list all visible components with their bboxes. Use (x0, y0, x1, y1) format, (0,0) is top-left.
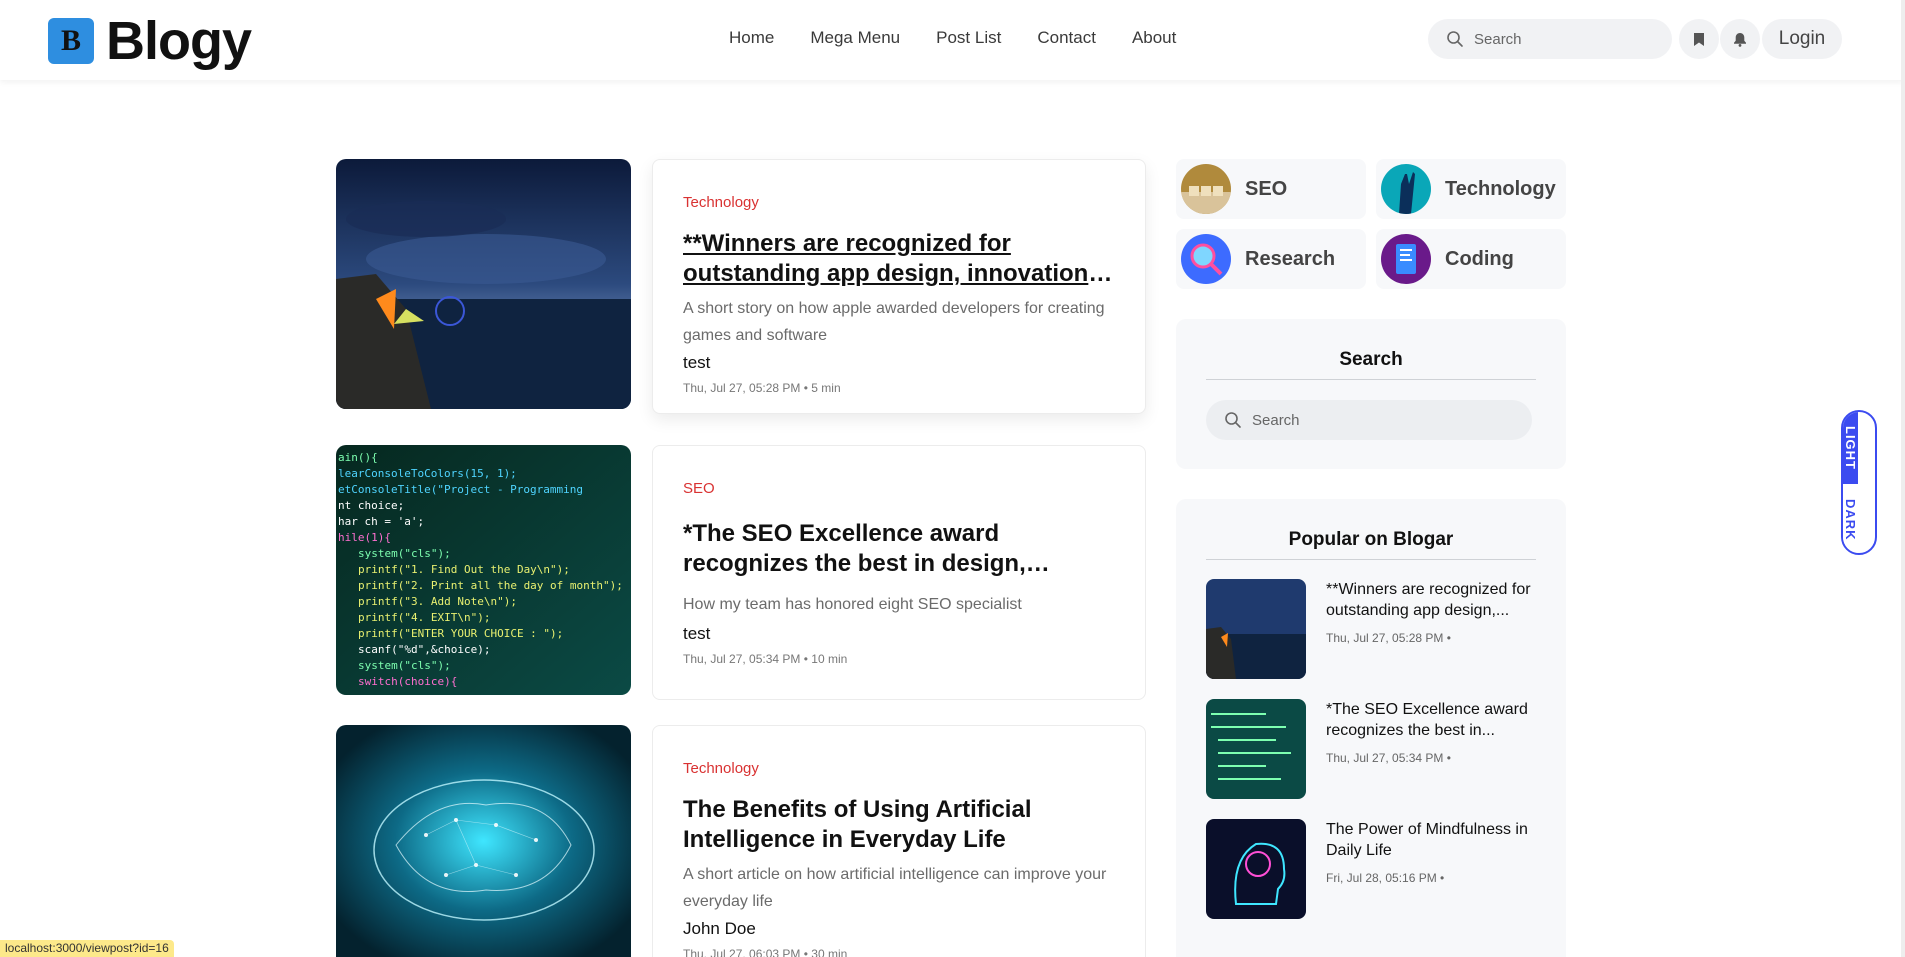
header-search-placeholder: Search (1474, 30, 1522, 48)
sidebar-search-widget: Search Search (1176, 319, 1566, 469)
theme-toggle: LIGHT DARK (1841, 410, 1877, 555)
post-meta: Thu, Jul 27, 06:03 PM • 30 min (683, 947, 848, 957)
svg-text:learConsoleToColors(15, 1);: learConsoleToColors(15, 1); (338, 467, 517, 480)
research-avatar (1181, 234, 1231, 284)
post-title[interactable]: The Benefits of Using Artificial Intelli… (683, 795, 1115, 855)
category-name: Research (1245, 247, 1336, 270)
search-icon (1447, 31, 1463, 47)
nav-about[interactable]: About (1132, 28, 1176, 48)
nav-contact[interactable]: Contact (1037, 28, 1096, 48)
coding-avatar (1381, 234, 1431, 284)
post-image-art (336, 159, 631, 409)
svg-text:ain(){: ain(){ (338, 451, 378, 464)
post-author[interactable]: John Doe (683, 919, 1115, 939)
svg-text:etConsoleTitle("Project - Prog: etConsoleTitle("Project - Programming (338, 483, 583, 496)
page-scrollbar[interactable] (1901, 0, 1905, 957)
popular-item-date: Thu, Jul 27, 05:28 PM • (1326, 631, 1451, 645)
svg-text:printf("2. Print all the day o: printf("2. Print all the day of month"); (358, 579, 623, 592)
notifications-button[interactable] (1720, 19, 1760, 59)
nav-post-list[interactable]: Post List (936, 28, 1001, 48)
sidebar-search-placeholder: Search (1252, 411, 1300, 429)
post-title[interactable]: *The SEO Excellence award recognizes the… (683, 519, 1115, 579)
svg-text:scanf("%d",&choice);: scanf("%d",&choice); (358, 643, 490, 656)
post-meta: Thu, Jul 27, 05:34 PM • 10 min (683, 652, 848, 666)
popular-item-title[interactable]: **Winners are recognized for outstanding… (1326, 579, 1546, 621)
post-card: SEO *The SEO Excellence award recognizes… (652, 445, 1146, 700)
popular-thumbnail[interactable] (1206, 819, 1306, 919)
main-nav: Home Mega Menu Post List Contact About (729, 28, 1212, 48)
post-title[interactable]: **Winners are recognized for outstanding… (683, 229, 1115, 289)
status-url: localhost:3000/viewpost?id=16 (0, 940, 174, 957)
popular-item-date: Thu, Jul 27, 05:34 PM • (1326, 751, 1451, 765)
svg-text:printf("ENTER YOUR CHOICE : "): printf("ENTER YOUR CHOICE : "); (358, 627, 563, 640)
category-name: SEO (1245, 177, 1288, 200)
post-author[interactable]: test (683, 624, 1115, 644)
brand-name: Blogy (106, 11, 252, 71)
popular-item-title[interactable]: *The SEO Excellence award recognizes the… (1326, 699, 1546, 741)
post-category[interactable]: Technology (683, 760, 1115, 777)
site-logo[interactable]: B Blogy (48, 11, 252, 71)
svg-text:printf("1. Find Out the Day\n": printf("1. Find Out the Day\n"); (358, 563, 570, 576)
post-image[interactable] (336, 159, 631, 409)
logo-letter: B (60, 24, 81, 57)
popular-widget: Popular on Blogar **Winners are recogniz… (1176, 499, 1566, 957)
seo-avatar (1181, 164, 1231, 214)
light-mode-button[interactable]: LIGHT (1843, 412, 1858, 484)
bell-icon (1734, 32, 1746, 47)
svg-text:hile(1){: hile(1){ (338, 531, 391, 544)
popular-title: Popular on Blogar (1288, 529, 1454, 550)
bookmark-icon (1694, 32, 1704, 46)
post-image-art: ain(){ learConsoleToColors(15, 1); etCon… (336, 445, 631, 695)
nav-home[interactable]: Home (729, 28, 774, 48)
post-description: How my team has honored eight SEO specia… (683, 596, 1022, 613)
login-button[interactable]: Login (1762, 19, 1842, 59)
post-image[interactable]: ain(){ learConsoleToColors(15, 1); etCon… (336, 445, 631, 695)
category-name: Technology (1445, 177, 1556, 200)
sidebar-search-title: Search (1339, 349, 1403, 370)
svg-text:nt choice;: nt choice; (338, 499, 404, 512)
nav-mega-menu[interactable]: Mega Menu (810, 28, 900, 48)
logo-mark: B (48, 18, 94, 64)
svg-text:har ch = 'a';: har ch = 'a'; (338, 515, 424, 528)
svg-text:system("cls");: system("cls"); (358, 659, 451, 672)
category-coding[interactable]: Coding (1376, 229, 1566, 289)
header-search-input[interactable]: Search (1428, 19, 1672, 59)
category-name: Coding (1445, 247, 1514, 270)
post-image-art (336, 725, 631, 957)
dark-mode-button[interactable]: DARK (1843, 484, 1858, 553)
post-category[interactable]: SEO (683, 480, 1115, 497)
post-meta: Thu, Jul 27, 05:28 PM • 5 min (683, 381, 841, 395)
post-image[interactable] (336, 725, 631, 957)
technology-avatar (1381, 164, 1431, 214)
category-technology[interactable]: Technology (1376, 159, 1566, 219)
bookmark-button[interactable] (1679, 19, 1719, 59)
site-header: B Blogy Home Mega Menu Post List Contact… (0, 0, 1905, 80)
divider (1206, 379, 1536, 380)
search-icon (1225, 412, 1241, 428)
svg-text:printf("3. Add Note\n");: printf("3. Add Note\n"); (358, 595, 517, 608)
svg-text:printf("4. EXIT\n");: printf("4. EXIT\n"); (358, 611, 490, 624)
popular-thumbnail[interactable] (1206, 579, 1306, 679)
post-category[interactable]: Technology (683, 194, 1115, 211)
divider (1206, 559, 1536, 560)
post-description: A short article on how artificial intell… (683, 866, 1107, 910)
post-card: Technology **Winners are recognized for … (652, 159, 1146, 414)
post-author[interactable]: test (683, 353, 1115, 373)
svg-text:switch(choice){: switch(choice){ (358, 675, 457, 688)
category-seo[interactable]: SEO (1176, 159, 1366, 219)
category-research[interactable]: Research (1176, 229, 1366, 289)
popular-thumbnail[interactable] (1206, 699, 1306, 799)
sidebar-search-input[interactable]: Search (1206, 400, 1532, 440)
post-description: A short story on how apple awarded devel… (683, 300, 1105, 344)
post-card: Technology The Benefits of Using Artific… (652, 725, 1146, 957)
popular-item-title[interactable]: The Power of Mindfulness in Daily Life (1326, 819, 1546, 861)
popular-item-date: Fri, Jul 28, 05:16 PM • (1326, 871, 1445, 885)
svg-text:system("cls");: system("cls"); (358, 547, 451, 560)
